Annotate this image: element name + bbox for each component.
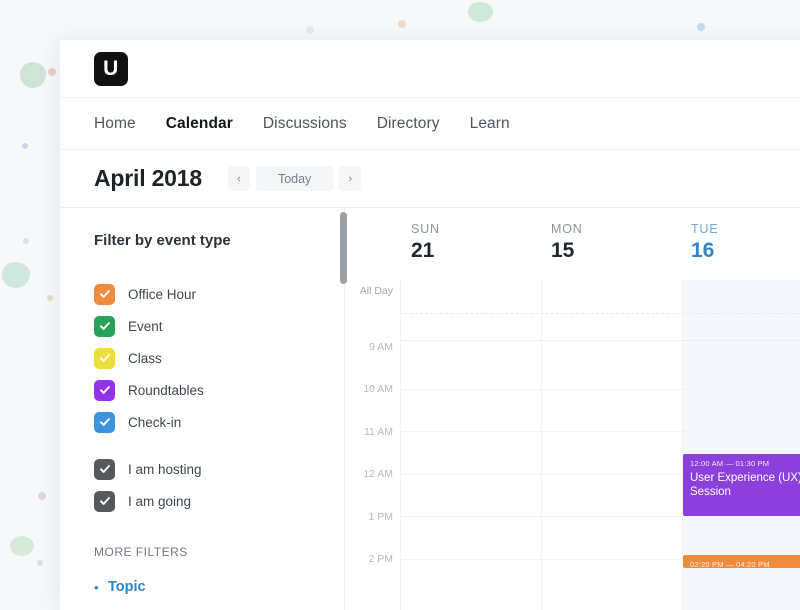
decorative-dot [23,238,29,244]
filter-label: I am going [128,494,191,509]
more-filters-list: •Topic [94,579,345,595]
decorative-blob [10,536,34,556]
decorative-dot [37,560,43,566]
decorative-dot [306,26,314,34]
checkbox-checked-icon[interactable] [94,316,115,337]
today-button[interactable]: Today [256,166,333,191]
hour-gridline [400,516,800,517]
filter-label: Office Hour [128,287,196,302]
checkbox-checked-icon[interactable] [94,380,115,401]
filter-roundtables[interactable]: Roundtables [94,374,345,406]
prev-period-button[interactable]: ‹ [228,166,250,191]
day-column-header-mon[interactable]: MON 15 [540,208,680,280]
column-divider [541,280,542,610]
day-number-label: 15 [551,239,680,263]
filter-class[interactable]: Class [94,342,345,374]
time-label: 9 AM [345,341,393,353]
decorative-dot [47,295,53,301]
day-number-label: 16 [691,239,800,263]
filter-i-am-going[interactable]: I am going [94,485,345,517]
day-number-label: 21 [411,239,540,263]
hour-gridline [400,431,800,432]
event-type-filter-list: Office Hour Event Class Roundtables Check-in [94,278,345,438]
all-day-bottom-divider [400,340,800,341]
time-label: 11 AM [345,426,393,438]
decorative-dot [22,143,28,149]
app-window: U HomeCalendarDiscussionsDirectoryLearn … [60,40,800,610]
more-filters-heading: MORE FILTERS [94,545,345,559]
hour-gridline [400,389,800,390]
date-toolbar: April 2018 ‹ Today › [60,150,800,208]
day-of-week-label: MON [551,222,680,236]
page-title: April 2018 [94,165,202,192]
calendar-event[interactable]: 12:00 AM — 01:30 PM User Experience (UX) … [683,454,800,516]
participation-filter-list: I am hosting I am going [94,453,345,517]
decorative-blob [20,62,46,88]
checkbox-checked-icon[interactable] [94,459,115,480]
filter-label: Check-in [128,415,181,430]
time-label: 2 PM [345,553,393,565]
day-column-header-sun[interactable]: SUN 21 [400,208,540,280]
logo-letter: U [103,57,119,81]
checkbox-checked-icon[interactable] [94,412,115,433]
filter-label: Roundtables [128,383,204,398]
nav-item-calendar[interactable]: Calendar [166,115,233,133]
filter-event[interactable]: Event [94,310,345,342]
filter-group-gap [94,438,345,453]
filter-office-hour[interactable]: Office Hour [94,278,345,310]
nav-item-directory[interactable]: Directory [377,115,440,133]
filter-label: Class [128,351,162,366]
event-time: 12:00 AM — 01:30 PM [690,459,800,468]
next-period-button[interactable]: › [339,166,361,191]
calendar-day-header: SUN 21 MON 15 TUE 16 [345,208,800,280]
calendar-grid: SUN 21 MON 15 TUE 16 All Day 9 AM 10 AM 11 AM 12… [345,208,800,610]
more-filter-topic[interactable]: •Topic [94,579,345,595]
filter-sidebar: Filter by event type Office Hour Event Cla… [60,208,345,610]
decorative-dot [697,23,705,31]
logo-bar: U [60,40,800,98]
app-logo[interactable]: U [94,52,128,86]
filter-heading: Filter by event type [94,232,345,249]
time-label: 10 AM [345,383,393,395]
more-filter-label: Topic [108,579,146,595]
checkbox-checked-icon[interactable] [94,284,115,305]
decorative-dot [38,492,46,500]
filter-label: Event [128,319,163,334]
all-day-dashed-divider [400,313,800,314]
calendar-time-grid[interactable]: All Day 9 AM 10 AM 11 AM 12 AM 1 PM 2 PM 12:00… [345,280,800,610]
all-day-label: All Day [345,285,393,297]
day-of-week-label: TUE [691,222,800,236]
day-of-week-label: SUN [411,222,540,236]
filter-i-am-hosting[interactable]: I am hosting [94,453,345,485]
checkbox-checked-icon[interactable] [94,348,115,369]
nav-item-learn[interactable]: Learn [470,115,510,133]
column-divider [400,280,401,610]
time-label: 1 PM [345,511,393,523]
event-time: 02:20 PM — 04:20 PM [690,560,800,568]
bullet-icon: • [94,580,108,595]
decorative-dot [398,20,406,28]
time-label: 12 AM [345,468,393,480]
decorative-dot [48,68,56,76]
decorative-blob [2,262,30,288]
event-title: User Experience (UX) Session [690,471,800,499]
decorative-blob [468,2,493,22]
main-navigation: Home Calendar Discussions Directory Learn [60,98,800,150]
content-row: Filter by event type Office Hour Event Cla… [60,208,800,610]
filter-label: I am hosting [128,462,202,477]
nav-item-discussions[interactable]: Discussions [263,115,347,133]
checkbox-checked-icon[interactable] [94,491,115,512]
calendar-nav-buttons: ‹ Today › [228,166,361,191]
day-column-header-tue[interactable]: TUE 16 [680,208,800,280]
calendar-event[interactable]: 02:20 PM — 04:20 PM [683,555,800,568]
nav-item-home[interactable]: Home [94,115,136,133]
filter-check-in[interactable]: Check-in [94,406,345,438]
